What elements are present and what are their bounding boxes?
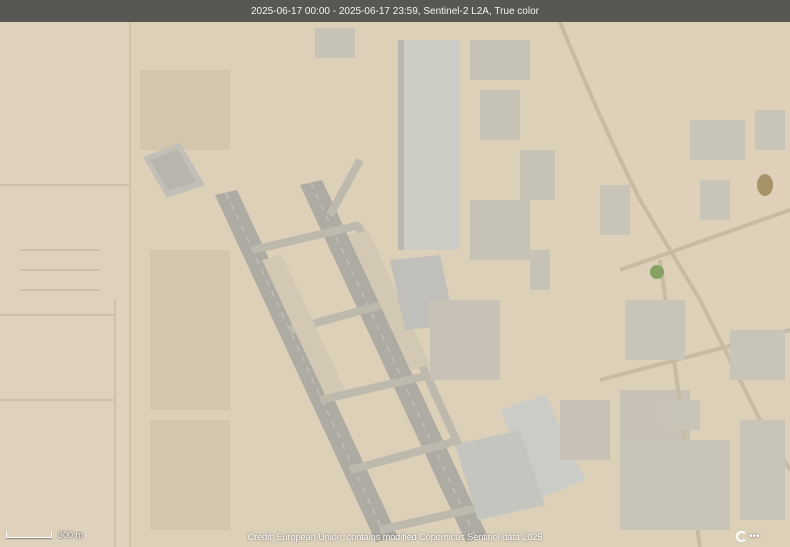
satellite-map[interactable] xyxy=(0,0,790,547)
haze-overlay xyxy=(0,0,790,547)
sentinel-hub-logo-icon xyxy=(736,530,747,542)
attribution: Credit: European Union, contains modifie… xyxy=(0,532,790,542)
sentinel-hub-logo-dots: ••• xyxy=(749,530,760,542)
image-caption-bar: 2025-06-17 00:00 - 2025-06-17 23:59, Sen… xyxy=(0,0,790,22)
attribution-text: Credit: European Union, contains modifie… xyxy=(247,532,543,542)
image-caption: 2025-06-17 00:00 - 2025-06-17 23:59, Sen… xyxy=(251,5,539,17)
sentinel-hub-logo[interactable]: ••• xyxy=(736,528,780,544)
